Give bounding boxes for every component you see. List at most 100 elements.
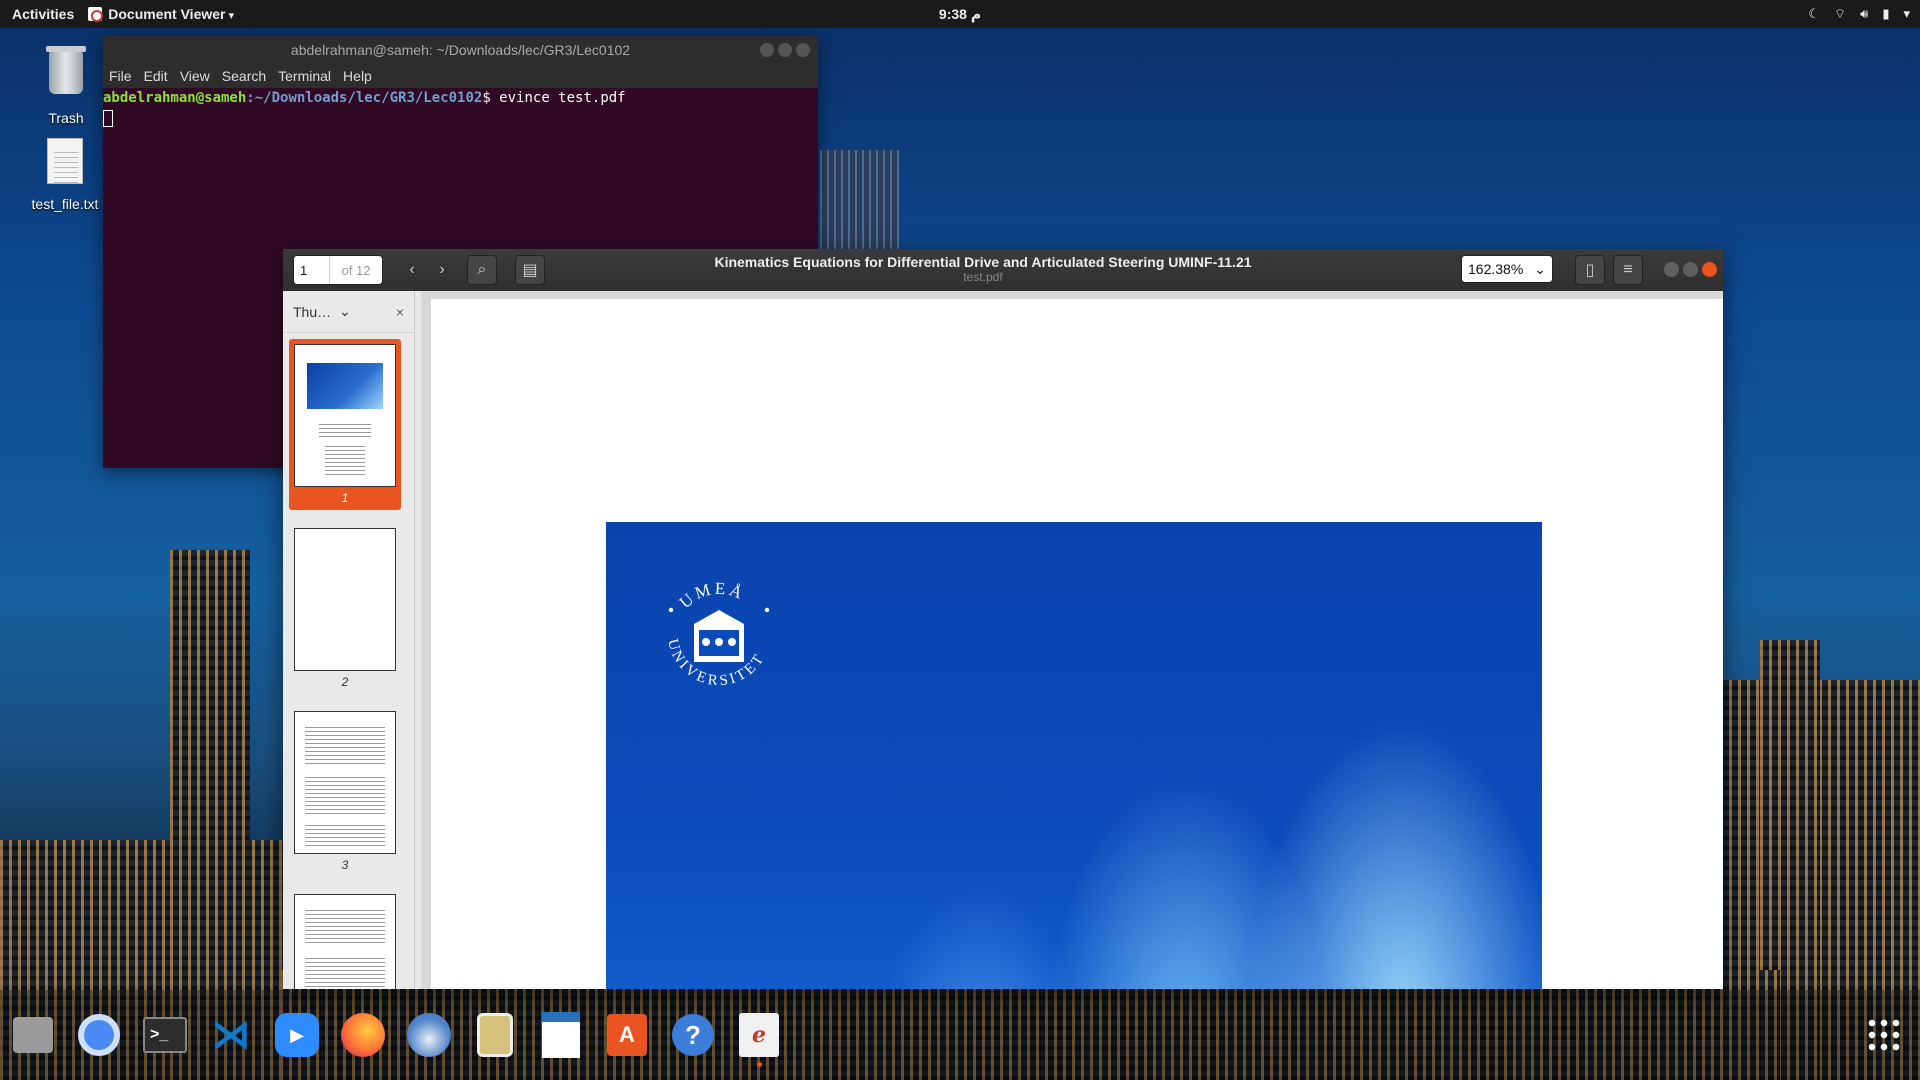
clock[interactable]: 9:38 م xyxy=(0,6,1920,23)
thumbnail-page-3[interactable]: 3 xyxy=(289,706,401,877)
window-title: Kinematics Equations for Differential Dr… xyxy=(683,254,1283,284)
zoom-selector[interactable]: 162.38% ⌄ xyxy=(1461,255,1553,283)
text-file-icon xyxy=(43,138,87,192)
desktop-icon-trash[interactable]: Trash xyxy=(26,46,106,126)
sidebar-toggle-button[interactable]: ▤ xyxy=(515,255,545,285)
terminal-titlebar[interactable]: abdelrahman@sameh: ~/Downloads/lec/GR3/L… xyxy=(103,36,818,64)
dock-item-rhythmbox[interactable] xyxy=(472,1012,518,1058)
thumbnail-image xyxy=(294,894,396,989)
system-tray[interactable]: ☾ ⌔ 🔊︎ ▮ ▾ xyxy=(1808,6,1910,22)
search-button[interactable]: ⌕ xyxy=(467,255,497,285)
document-title: Kinematics Equations for Differential Dr… xyxy=(714,254,1252,270)
close-button[interactable] xyxy=(796,43,810,57)
document-annotate-icon: ▯ xyxy=(1585,262,1595,279)
hamburger-icon: ≡ xyxy=(1623,261,1633,278)
document-viewer-headerbar[interactable]: 1 of 12 ‹ › ⌕ ▤ Kinematics Equations for… xyxy=(283,249,1723,291)
dock-item-writer[interactable] xyxy=(538,1012,584,1058)
software-icon: A xyxy=(607,1014,647,1056)
thumbnail-sidebar: Thu… ⌄ × 1 2 3 xyxy=(283,291,415,989)
document-viewport[interactable]: UMEÅ UNIVERSITET xyxy=(421,291,1723,989)
files-icon xyxy=(13,1017,53,1053)
thunderbird-icon xyxy=(407,1013,451,1057)
dock-item-chromium[interactable] xyxy=(76,1012,122,1058)
terminal-menubar: File Edit View Search Terminal Help xyxy=(103,64,818,88)
thumbnail-page-4[interactable] xyxy=(289,889,401,989)
document-viewer-window[interactable]: 1 of 12 ‹ › ⌕ ▤ Kinematics Equations for… xyxy=(283,249,1723,989)
dock-item-document-viewer[interactable]: ℯ xyxy=(736,1012,782,1067)
chevron-down-icon: ▾ xyxy=(1903,6,1910,21)
dock-item-software[interactable]: A xyxy=(604,1012,650,1058)
thumbnail-label: 3 xyxy=(341,858,349,872)
prompt-path: :~/Downloads/lec/GR3/Lec0102 xyxy=(246,90,483,106)
dock-item-terminal[interactable]: >_ xyxy=(142,1012,188,1058)
help-icon: ? xyxy=(672,1014,714,1056)
dock-item-files[interactable] xyxy=(10,1012,56,1058)
menu-help[interactable]: Help xyxy=(343,68,372,84)
sidebar-mode-label[interactable]: Thu… xyxy=(293,304,331,320)
top-bar: Activities Document Viewer 9:38 م ☾ ⌔ 🔊︎… xyxy=(0,0,1920,28)
show-applications-button[interactable] xyxy=(1866,1017,1902,1053)
previous-page-button[interactable]: ‹ xyxy=(397,255,427,285)
cover-image: UMEÅ UNIVERSITET xyxy=(606,522,1542,989)
thumbnail-image xyxy=(294,528,396,671)
thumbnail-page-1[interactable]: 1 xyxy=(289,339,401,510)
terminal-cursor xyxy=(103,110,113,127)
dock-item-help[interactable]: ? xyxy=(670,1012,716,1058)
thumbnail-image xyxy=(294,711,396,854)
activities-button[interactable]: Activities xyxy=(0,6,88,22)
document-filename: test.pdf xyxy=(963,270,1003,284)
dock-item-thunderbird[interactable] xyxy=(406,1012,452,1058)
search-icon: ⌕ xyxy=(477,261,487,278)
desktop-icon-file[interactable]: test_file.txt xyxy=(25,134,105,212)
volume-icon: 🔊︎ xyxy=(1860,6,1869,21)
vscode-icon: ⋊ xyxy=(211,1013,251,1057)
prompt-user: abdelrahman@sameh xyxy=(103,90,247,106)
menu-file[interactable]: File xyxy=(109,68,132,84)
close-button[interactable] xyxy=(1702,262,1717,277)
sidebar-header: Thu… ⌄ × xyxy=(283,291,414,333)
desktop-icon-label: Trash xyxy=(48,110,84,126)
maximize-button[interactable] xyxy=(1683,262,1698,277)
trash-icon xyxy=(44,46,88,106)
chromium-icon xyxy=(78,1014,120,1056)
dock-item-firefox[interactable] xyxy=(340,1012,386,1058)
firefox-icon xyxy=(341,1013,385,1057)
document-page: UMEÅ UNIVERSITET xyxy=(431,299,1723,989)
thumbnail-page-2[interactable]: 2 xyxy=(289,523,401,694)
menu-view[interactable]: View xyxy=(180,68,210,84)
annotate-button[interactable]: ▯ xyxy=(1575,255,1605,285)
thumbnail-list[interactable]: 1 2 3 xyxy=(283,339,414,989)
close-icon[interactable]: × xyxy=(396,304,404,320)
terminal-command: $ evince test.pdf xyxy=(482,90,626,106)
page-number-input[interactable]: 1 xyxy=(294,256,330,284)
app-menu[interactable]: Document Viewer xyxy=(88,6,234,22)
dock-item-zoom[interactable]: ▶ xyxy=(274,1012,320,1058)
app-menu-label: Document Viewer xyxy=(108,6,234,22)
writer-icon xyxy=(542,1012,580,1058)
night-light-icon: ☾ xyxy=(1808,6,1820,21)
maximize-button[interactable] xyxy=(778,43,792,57)
page-selector[interactable]: 1 of 12 xyxy=(293,255,383,285)
menu-edit[interactable]: Edit xyxy=(144,68,168,84)
dock-item-vscode[interactable]: ⋊ xyxy=(208,1012,254,1058)
wifi-icon: ⌔ xyxy=(1833,6,1847,21)
rhythmbox-icon xyxy=(477,1013,513,1057)
svg-text:UMEÅ: UMEÅ xyxy=(676,579,748,612)
menu-search[interactable]: Search xyxy=(222,68,266,84)
menu-terminal[interactable]: Terminal xyxy=(278,68,331,84)
minimize-button[interactable] xyxy=(760,43,774,57)
dock: >_ ⋊ ▶ A ? ℯ xyxy=(0,990,1920,1080)
minimize-button[interactable] xyxy=(1664,262,1679,277)
chevron-down-icon: ⌄ xyxy=(1534,260,1546,277)
sidebar-icon: ▤ xyxy=(522,262,538,279)
menu-button[interactable]: ≡ xyxy=(1613,255,1643,285)
terminal-icon: >_ xyxy=(143,1017,187,1053)
zoom-value: 162.38% xyxy=(1468,261,1524,277)
next-page-button[interactable]: › xyxy=(427,255,457,285)
battery-icon: ▮ xyxy=(1882,6,1890,21)
seal-text-top: UMEÅ xyxy=(676,579,745,612)
chevron-down-icon[interactable]: ⌄ xyxy=(339,303,351,320)
terminal-body[interactable]: abdelrahman@sameh:~/Downloads/lec/GR3/Le… xyxy=(103,88,818,127)
university-seal-icon: UMEÅ UNIVERSITET xyxy=(664,579,770,689)
terminal-title: abdelrahman@sameh: ~/Downloads/lec/GR3/L… xyxy=(290,42,631,58)
